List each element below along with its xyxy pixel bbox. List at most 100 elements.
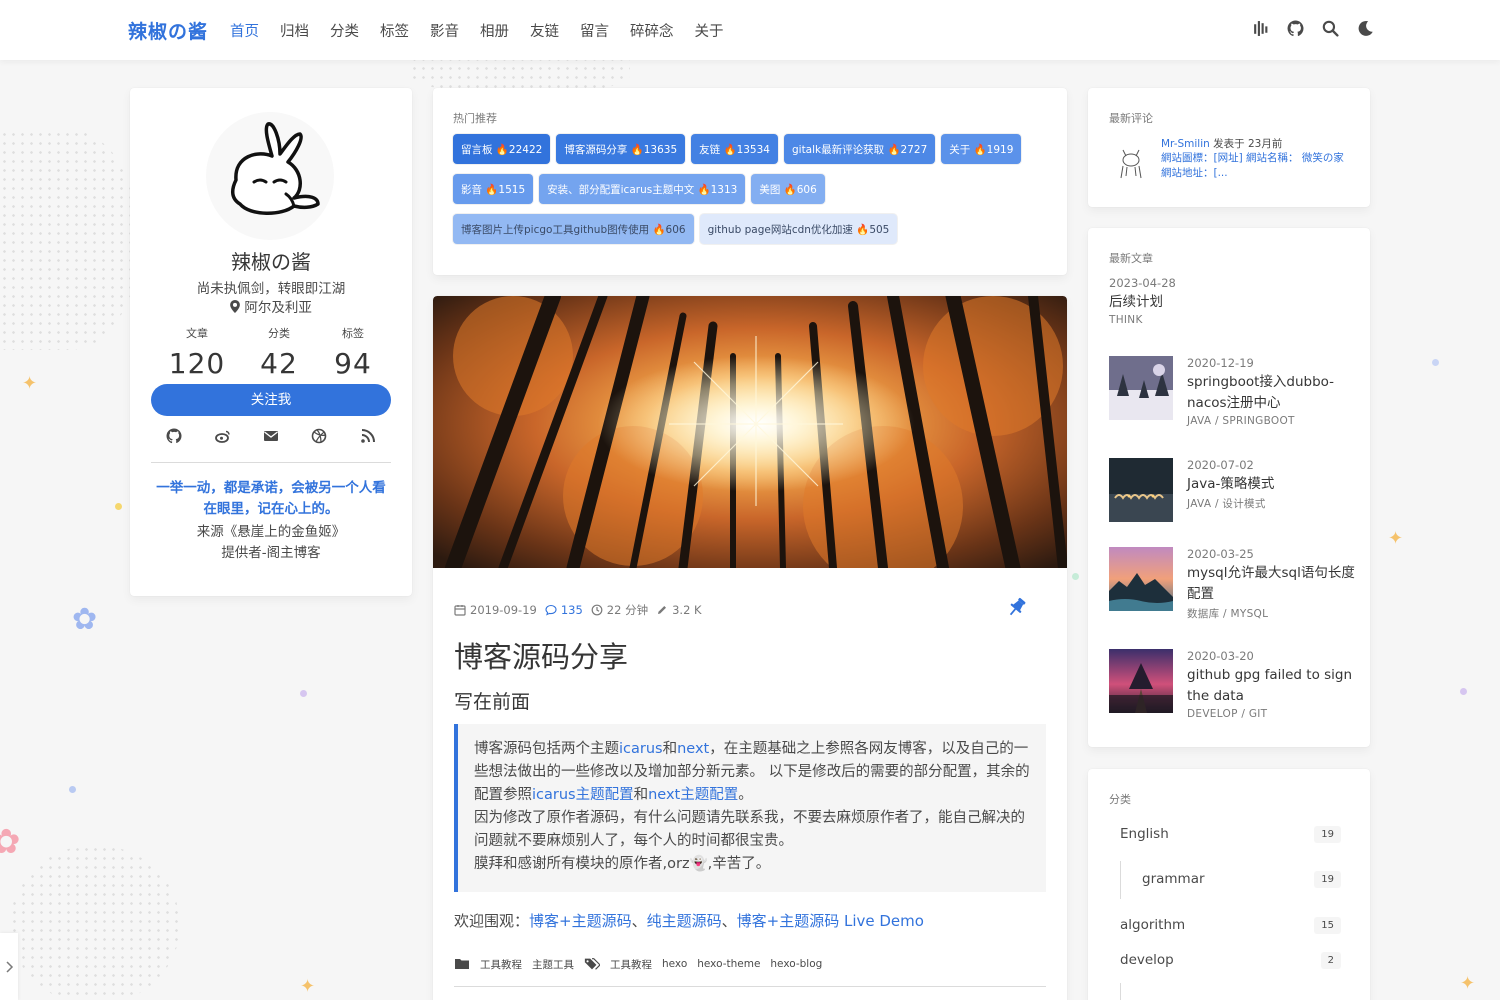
github-icon[interactable]	[1287, 20, 1304, 37]
theme-source-link[interactable]: 纯主题源码	[647, 912, 722, 930]
nav-item-archive[interactable]: 归档	[280, 20, 309, 41]
stat-label: 标签	[342, 327, 364, 340]
flower-decoration: ✿	[72, 602, 98, 637]
pencil-icon	[658, 606, 667, 614]
card-title: 分类	[1109, 793, 1131, 806]
stat-articles[interactable]: 文章 120	[150, 325, 244, 380]
quote-text: 膜拜和感谢所有模块的原作者,orz👻,辛苦了。	[474, 856, 771, 872]
stat-value: 94	[334, 347, 372, 380]
post-date: 2020-03-20	[1187, 649, 1254, 663]
profile-location: 阿尔及利亚	[130, 296, 412, 316]
dribbble-icon[interactable]	[311, 428, 327, 444]
post-category[interactable]: 数据库 / MYSQL	[1187, 606, 1357, 621]
search-icon[interactable]	[1322, 20, 1339, 37]
hot-tag-chip[interactable]: 影音 🔥1515	[453, 174, 534, 204]
card-title: 最新评论	[1109, 112, 1153, 125]
article-title-link[interactable]: 博客源码分享	[454, 634, 628, 676]
quote-text: 。	[738, 787, 753, 803]
article-cover-image[interactable]	[433, 296, 1067, 568]
follow-button[interactable]: 关注我	[151, 384, 391, 416]
hot-tag-chip[interactable]: 博客图片上传picgo工具github图传使用 🔥606	[453, 214, 694, 244]
post-title[interactable]: 后续计划	[1109, 292, 1176, 313]
recent-posts-card: 最新文章 2023-04-28 后续计划 THINK 2020-12-19 sp…	[1088, 228, 1370, 747]
email-icon[interactable]	[263, 428, 279, 444]
post-title[interactable]: mysql允许最大sql语句长度配置	[1187, 563, 1357, 605]
post-category[interactable]: JAVA / 设计模式	[1187, 496, 1357, 511]
sidebar-toggle[interactable]	[0, 933, 18, 1000]
top-navbar: 辣椒の酱 首页 归档 分类 标签 影音 相册 友链 留言 碎碎念 关于	[0, 0, 1500, 60]
hot-tag-chip[interactable]: gitalk最新评论获取 🔥2727	[783, 134, 936, 164]
nav-item-album[interactable]: 相册	[480, 20, 509, 41]
commenter-name-link[interactable]: Mr-Smilin	[1161, 138, 1210, 150]
pinned-thumbtack-icon	[1009, 597, 1026, 616]
github-icon[interactable]	[166, 428, 182, 444]
category-link[interactable]: 主题工具	[532, 957, 574, 972]
hot-tag-chip[interactable]: 关于 🔥1919	[941, 134, 1022, 164]
clock-icon	[591, 604, 603, 616]
icarus-link[interactable]: icarus	[619, 741, 663, 757]
live-demo-link[interactable]: 博客+主题源码 Live Demo	[737, 912, 924, 930]
post-title[interactable]: github gpg failed to sign the data	[1187, 665, 1357, 707]
card-title: 热门推荐	[453, 112, 497, 125]
post-category[interactable]: JAVA / SPRINGBOOT	[1187, 415, 1357, 427]
hot-tag-chip[interactable]: 安装、部分配置icarus主题中文 🔥1313	[539, 174, 746, 204]
nav-item-murmurs[interactable]: 碎碎念	[630, 20, 674, 41]
category-name: develop	[1120, 952, 1174, 968]
post-category[interactable]: THINK	[1109, 314, 1176, 326]
hot-tag-chip[interactable]: 博客源码分享 🔥13635	[556, 134, 686, 164]
category-item-english[interactable]: English 19	[1120, 823, 1341, 845]
tags-icon	[584, 958, 600, 970]
welcome-prefix: 欢迎围观：	[454, 912, 530, 930]
hot-tag-chip[interactable]: 留言板 🔥22422	[453, 134, 551, 164]
post-thumbnail[interactable]	[1109, 458, 1173, 522]
dot-decoration	[115, 503, 122, 510]
nav-item-media[interactable]: 影音	[430, 20, 459, 41]
post-title[interactable]: Java-策略模式	[1187, 474, 1357, 495]
rss-icon[interactable]	[360, 428, 376, 444]
next-link[interactable]: next	[677, 741, 709, 757]
tag-link[interactable]: 工具教程	[610, 957, 652, 972]
blog-theme-source-link[interactable]: 博客+主题源码	[529, 912, 632, 930]
tag-link[interactable]: hexo	[662, 958, 687, 970]
nav-item-about[interactable]: 关于	[695, 20, 724, 41]
comment-count-link[interactable]: 135	[561, 603, 583, 617]
card-title: 最新文章	[1109, 252, 1153, 265]
nav-item-tags[interactable]: 标签	[380, 20, 409, 41]
icarus-config-link[interactable]: icarus主题配置	[532, 787, 634, 803]
post-thumbnail[interactable]	[1109, 649, 1173, 713]
word-count: 3.2 K	[672, 603, 702, 617]
stat-tags[interactable]: 标签 94	[306, 325, 400, 380]
category-item-grammar[interactable]: grammar 19	[1142, 868, 1341, 890]
music-bars-icon[interactable]	[1252, 20, 1269, 37]
nav-item-categories[interactable]: 分类	[330, 20, 359, 41]
nav-item-home[interactable]: 首页	[230, 20, 259, 41]
post-category[interactable]: DEVELOP / GIT	[1187, 708, 1357, 720]
quote-text: 和	[633, 787, 649, 803]
social-links	[150, 428, 392, 444]
sparkle-decoration: ✦	[1460, 973, 1476, 994]
location-text: 阿尔及利亚	[244, 300, 312, 316]
hot-tag-chip[interactable]: 友链 🔥13534	[691, 134, 778, 164]
dark-mode-moon-icon[interactable]	[1357, 20, 1374, 37]
hot-tag-chip[interactable]: github page网站cdn优化加速 🔥505	[699, 214, 898, 244]
site-logo[interactable]: 辣椒の酱	[128, 17, 208, 44]
post-title[interactable]: springboot接入dubbo-nacos注册中心	[1187, 372, 1357, 414]
category-item-algorithm[interactable]: algorithm 15	[1120, 914, 1341, 936]
next-config-link[interactable]: next主题配置	[648, 787, 738, 803]
post-thumbnail[interactable]	[1109, 547, 1173, 611]
post-thumbnail[interactable]	[1109, 356, 1173, 420]
article-section-heading: 写在前面	[454, 691, 531, 713]
nav-item-messages[interactable]: 留言	[580, 20, 609, 41]
category-item-develop[interactable]: develop 2	[1120, 949, 1341, 971]
weibo-icon[interactable]	[214, 428, 231, 444]
category-link[interactable]: 工具教程	[480, 957, 522, 972]
calendar-icon	[454, 605, 466, 616]
tag-link[interactable]: hexo-blog	[770, 958, 822, 970]
tag-link[interactable]: hexo-theme	[697, 958, 760, 970]
comment-body-link[interactable]: 網站圖標：[网址] 網站名稱： 微笑の家 網站地址：[...	[1161, 151, 1353, 181]
dot-pattern-decoration	[10, 845, 180, 1000]
article-blockquote: 博客源码包括两个主题icarus和next，在主题基础之上参照各网友博客，以及自…	[454, 724, 1046, 892]
dot-decoration	[1460, 688, 1467, 695]
hot-tag-chip[interactable]: 美图 🔥606	[751, 174, 825, 204]
nav-item-friends[interactable]: 友链	[530, 20, 559, 41]
